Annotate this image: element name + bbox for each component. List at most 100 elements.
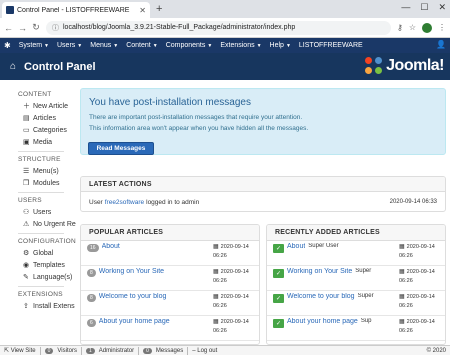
- sidebar-item-templates[interactable]: ◉ Templates: [0, 259, 78, 271]
- sidebar-item-users[interactable]: ⚇ Users: [0, 206, 78, 218]
- published-check-icon[interactable]: ✓: [273, 269, 284, 278]
- sidebar-section-content: CONTENT: [18, 91, 52, 98]
- article-date: ▦ 2020-09-14 06:26: [399, 243, 439, 263]
- sidebar-item-languages[interactable]: ✎ Language(s): [0, 271, 78, 283]
- eye-icon: ◉: [23, 262, 30, 269]
- menu-icon[interactable]: ⋮: [438, 23, 446, 32]
- profile-avatar[interactable]: [422, 22, 432, 33]
- minus-icon: –: [192, 347, 196, 354]
- folder-icon: ▭: [23, 127, 30, 134]
- date-value: 2020-09-14: [406, 269, 435, 275]
- menu-system[interactable]: System ▼: [19, 42, 49, 49]
- joomla-brand: Joomla!: [365, 57, 444, 75]
- article-link[interactable]: About your home page: [287, 318, 358, 325]
- article-link[interactable]: Welcome to your blog: [99, 293, 167, 300]
- joomla-logo-icon[interactable]: ✱: [4, 41, 11, 50]
- forward-icon[interactable]: →: [18, 23, 27, 33]
- logout-link[interactable]: – Log out: [192, 348, 217, 354]
- gear-icon: ⚙: [23, 250, 30, 257]
- article-link[interactable]: Working on Your Site: [99, 268, 164, 275]
- sidebar-item-modules[interactable]: ❒ Modules: [0, 177, 78, 189]
- caret-down-icon: ▼: [152, 43, 158, 49]
- divider: [80, 346, 82, 355]
- upload-icon: ⇪: [23, 303, 29, 310]
- close-tab-icon[interactable]: ✕: [139, 6, 146, 15]
- info-icon[interactable]: ⓘ: [52, 23, 59, 33]
- read-messages-button[interactable]: Read Messages: [88, 142, 154, 155]
- site-name-link[interactable]: LISTOFFREEWARE: [299, 42, 363, 49]
- messages-link[interactable]: Messages: [156, 348, 183, 354]
- date-value: 2020-09-14: [406, 319, 435, 325]
- sidebar-item-articles[interactable]: ▤ Articles: [0, 112, 78, 124]
- article-date: ▦ 2020-09-14 06:26: [213, 268, 253, 288]
- admin-menubar: ✱ System ▼ Users ▼ Menus ▼ Content ▼ Compone…: [0, 38, 450, 53]
- image-icon: ▣: [23, 139, 30, 146]
- sidebar-item-label: Categories: [33, 126, 67, 134]
- key-icon[interactable]: ⚷: [397, 23, 403, 32]
- browser-tabbar: Control Panel - LISTOFFREEWARE ✕ + — ☐ ✕: [0, 0, 450, 18]
- article-link[interactable]: Welcome to your blog: [287, 293, 355, 300]
- list-item: 8 Welcome to your blog ▦ 2020-09-14 06:26: [81, 291, 259, 316]
- recent-articles-panel: RECENTLY ADDED ARTICLES ✓ About Super Use…: [266, 224, 446, 345]
- user-link[interactable]: free2software: [105, 199, 144, 206]
- published-check-icon[interactable]: ✓: [273, 319, 284, 328]
- sidebar-section-configuration: CONFIGURATION: [18, 238, 76, 245]
- published-check-icon[interactable]: ✓: [273, 244, 284, 253]
- reload-icon[interactable]: ↻: [32, 22, 40, 33]
- divider: [18, 286, 64, 287]
- browser-tab[interactable]: Control Panel - LISTOFFREEWARE ✕: [2, 2, 150, 18]
- maximize-icon[interactable]: ☐: [420, 2, 428, 13]
- article-link[interactable]: Working on Your Site: [287, 268, 352, 275]
- article-date: ▦ 2020-09-14 06:26: [399, 268, 439, 288]
- list-item: ✓ Working on Your Site Super ▦ 2020-09-14 0…: [267, 266, 445, 291]
- sidebar-item-no-urgent-requests[interactable]: ⚠ No Urgent Re: [0, 218, 78, 230]
- time-value: 06:26: [399, 303, 413, 309]
- sidebar-section-structure: STRUCTURE: [18, 156, 61, 163]
- sidebar-section-users: USERS: [18, 197, 42, 204]
- action-text: logged in to admin: [146, 198, 200, 206]
- date-value: 2020-09-14: [406, 244, 435, 250]
- star-icon[interactable]: ☆: [409, 23, 416, 32]
- menu-help[interactable]: Help ▼: [270, 42, 291, 49]
- external-link-icon: ⇱: [4, 348, 10, 354]
- cube-icon: ❒: [23, 180, 30, 187]
- article-link[interactable]: About: [287, 243, 305, 250]
- close-window-icon[interactable]: ✕: [438, 2, 446, 13]
- home-icon: ⌂: [10, 61, 17, 72]
- menu-label: Help: [269, 42, 284, 49]
- article-link[interactable]: About: [102, 243, 120, 250]
- sidebar-item-global[interactable]: ⚙ Global: [0, 247, 78, 259]
- menu-extensions[interactable]: Extensions ▼: [220, 42, 261, 49]
- minimize-icon[interactable]: —: [401, 2, 410, 13]
- calendar-icon: ▦: [213, 269, 219, 275]
- sidebar-item-categories[interactable]: ▭ Categories: [0, 124, 78, 136]
- joomla-favicon-icon: [6, 6, 14, 14]
- time-value: 06:26: [213, 328, 227, 334]
- menu-menus[interactable]: Menus ▼: [90, 42, 118, 49]
- new-tab-icon[interactable]: +: [156, 3, 162, 15]
- menu-label: Extensions: [220, 42, 255, 49]
- list-item: 6 About your home page ▦ 2020-09-14 06:26: [81, 316, 259, 341]
- user-icon[interactable]: 👤: [436, 40, 446, 49]
- back-icon[interactable]: ←: [4, 23, 13, 33]
- date-value: 2020-09-14: [220, 319, 249, 325]
- menu-content[interactable]: Content ▼: [126, 42, 157, 49]
- view-site-link[interactable]: ⇱ View Site: [4, 347, 36, 354]
- menu-users[interactable]: Users ▼: [57, 42, 82, 49]
- sidebar-item-media[interactable]: ▣ Media: [0, 136, 78, 148]
- menu-components[interactable]: Components ▼: [166, 42, 213, 49]
- sidebar-item-menus[interactable]: ☰ Menu(s): [0, 165, 78, 177]
- time-value: 06:26: [213, 303, 227, 309]
- sidebar-item-install-extensions[interactable]: ⇪ Install Extens: [0, 300, 78, 312]
- list-item: 8 Working on Your Site ▦ 2020-09-14 06:26: [81, 266, 259, 291]
- address-bar[interactable]: ⓘ localhost/blog/Joomla_3.9.21-Stable-Fu…: [46, 20, 391, 35]
- article-link[interactable]: About your home page: [99, 318, 170, 325]
- hits-badge: 8: [87, 294, 96, 302]
- main-content: You have post-installation messages Ther…: [80, 80, 448, 345]
- calendar-icon: ▦: [399, 269, 405, 275]
- published-check-icon[interactable]: ✓: [273, 294, 284, 303]
- calendar-icon: ▦: [213, 294, 219, 300]
- sidebar-item-new-article[interactable]: ＋ New Article: [0, 100, 78, 112]
- hits-badge: 6: [87, 319, 96, 327]
- hits-badge: 16: [87, 244, 99, 252]
